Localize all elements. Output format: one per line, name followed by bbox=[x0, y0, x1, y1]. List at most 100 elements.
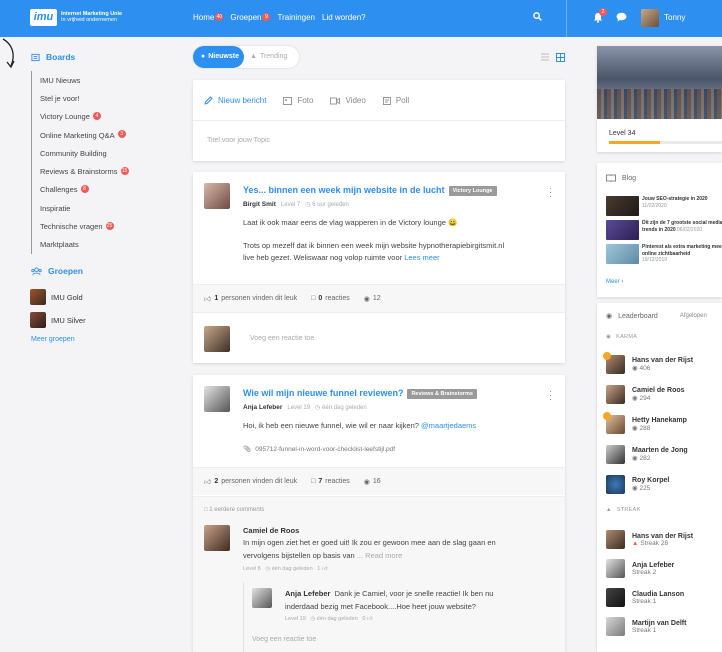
board-label: Online Marketing Q&A bbox=[40, 130, 115, 140]
board-label: Reviews & Brainstorms bbox=[40, 167, 118, 177]
commenter-avatar[interactable] bbox=[204, 525, 230, 551]
author-avatar[interactable] bbox=[204, 183, 230, 209]
leaderboard-row[interactable]: Camiel de Roos ◉ 294 bbox=[606, 385, 685, 404]
nav-trainingen[interactable]: Trainingen bbox=[277, 13, 315, 22]
commenter-name[interactable]: Anja Lefeber bbox=[285, 589, 330, 598]
leaderboard-row[interactable]: Hans van der Rijst ◉ 406 bbox=[603, 352, 693, 374]
board-item-inspiratie[interactable]: Inspiratie bbox=[31, 199, 129, 218]
composer-tab-photo[interactable]: Foto bbox=[283, 96, 313, 105]
post-board-tag[interactable]: Reviews & Brainstorms bbox=[407, 388, 477, 399]
read-more-link[interactable]: ... Read more bbox=[357, 551, 402, 560]
blog-item[interactable]: Jouw SEO-strategie in 2020 11/02/2020 bbox=[606, 196, 722, 216]
post-title[interactable]: Yes... binnen een week mijn website in d… bbox=[243, 185, 497, 196]
leader-score: ◉ 288 bbox=[632, 424, 687, 432]
grid-view-icon[interactable] bbox=[556, 53, 565, 62]
post-title[interactable]: Wie wil mijn nieuwe funnel reviewen? Revi… bbox=[243, 388, 477, 399]
post-options-icon[interactable]: · · · bbox=[549, 184, 552, 201]
leaderboard-row[interactable]: Maarten de Jong ◉ 282 bbox=[606, 445, 688, 464]
comment-stat[interactable]: □ 7 reacties bbox=[311, 478, 350, 485]
commenter-avatar[interactable] bbox=[252, 588, 272, 608]
streak-row[interactable]: Claudia Lanson Streak 1 bbox=[606, 588, 684, 607]
tab-trending[interactable]: ▲ Trending bbox=[250, 46, 287, 68]
comment-text: Dank je Camiel, voor je snelle reactie! … bbox=[334, 589, 494, 598]
like-stat[interactable]: 👍︎ 1 personen vinden dit leuk bbox=[204, 294, 297, 303]
leader-info: Hetty Hanekamp ◉ 288 bbox=[632, 417, 687, 432]
group-item-imu-gold[interactable]: IMU Gold bbox=[30, 289, 83, 305]
thumbs-up-icon[interactable]: 👍︎ bbox=[367, 616, 373, 622]
board-badge: 4 bbox=[92, 111, 101, 120]
board-item-stel-je-voor[interactable]: Stel je voor! bbox=[31, 89, 129, 108]
author-name[interactable]: Birgit Smit bbox=[243, 201, 276, 208]
leaderboard-row[interactable]: Roy Korpel ◉ 225 bbox=[606, 475, 669, 494]
leaderboard-row[interactable]: Hetty Hanekamp ◉ 288 bbox=[603, 412, 687, 434]
nav-home[interactable]: Home 40 bbox=[193, 13, 224, 22]
community-hero-image bbox=[597, 46, 722, 119]
post-time: één dag geleden bbox=[322, 405, 367, 411]
streak-row[interactable]: Martijn van Delft Streak 1 bbox=[606, 617, 686, 636]
thumbs-up-icon: 👍︎ bbox=[204, 296, 212, 303]
author-name[interactable]: Anja Lefeber bbox=[243, 404, 282, 411]
thumbs-up-icon[interactable]: 👍︎ bbox=[322, 566, 328, 572]
composer-tab-label: Nieuw bericht bbox=[218, 96, 267, 105]
earlier-comments-link[interactable]: □ 1 eerdere comments bbox=[204, 507, 264, 513]
board-item-reviews-brainstorms[interactable]: Reviews & Brainstorms 15 bbox=[31, 162, 129, 181]
commenter-name[interactable]: Camiel de Roos bbox=[243, 526, 496, 535]
board-item-victory-lounge[interactable]: Victory Lounge 4 bbox=[31, 107, 129, 126]
leaderboard-filter[interactable]: Afgelopen bbox=[680, 313, 707, 319]
group-label: IMU Silver bbox=[51, 315, 86, 325]
blog-item[interactable]: Pinterest als extra marketing meer onlin… bbox=[606, 244, 722, 264]
user-name[interactable]: Tonny bbox=[664, 13, 685, 22]
clock-icon: ◷ bbox=[315, 405, 321, 411]
composer-tab-new-post[interactable]: Nieuw bericht bbox=[204, 96, 266, 105]
reply-input[interactable]: Voeg een reactie toe bbox=[252, 636, 316, 643]
post-body-line: Laat ik ook maar eens de vlag wapperen i… bbox=[243, 218, 458, 227]
imu-logo[interactable]: imu bbox=[30, 9, 57, 26]
post-title-text: Yes... binnen een week mijn website in d… bbox=[243, 185, 445, 195]
blog-more-link[interactable]: Meer › bbox=[606, 279, 623, 285]
streak-row[interactable]: Anja Lefeber Streak 2 bbox=[606, 559, 674, 578]
tab-nieuwste[interactable]: ● Nieuwste bbox=[193, 46, 244, 68]
post-body: Laat ik ook maar eens de vlag wapperen i… bbox=[243, 217, 543, 265]
board-item-community-building[interactable]: Community Building bbox=[31, 144, 129, 163]
blog-item[interactable]: Dit zijn de 7 grootste social media tren… bbox=[606, 220, 722, 240]
streak-row[interactable]: Hans van der Rijst ▲ Streak 28 bbox=[606, 530, 693, 549]
topic-title-input[interactable]: Titel voor jouw Topic bbox=[207, 137, 270, 144]
composer-tab-poll[interactable]: Poll bbox=[382, 96, 409, 105]
board-item-marktplaats[interactable]: Marktplaats bbox=[31, 235, 129, 254]
user-avatar[interactable] bbox=[641, 9, 659, 27]
author-avatar[interactable] bbox=[204, 386, 230, 412]
board-item-imu-nieuws[interactable]: IMU Nieuws bbox=[31, 71, 129, 90]
blog-item-date: 06/02/2020 bbox=[677, 226, 703, 233]
leader-score: ◉ 406 bbox=[632, 364, 693, 372]
comment-like-count: 0 bbox=[362, 616, 366, 622]
comment-text-line: vervolgens bijstellen op basis van ... R… bbox=[243, 550, 496, 563]
blog-title: Blog bbox=[622, 174, 637, 182]
post-board-tag[interactable]: Victory Lounge bbox=[448, 185, 497, 196]
leader-name: Camiel de Roos bbox=[632, 387, 685, 394]
search-icon[interactable] bbox=[533, 12, 542, 23]
trophy-icon: ◉ bbox=[632, 425, 638, 432]
nav-groepen[interactable]: Groepen 9 bbox=[230, 13, 271, 22]
attachment[interactable]: 📎︎ 095712-funnel-in-word-voor-checklist-l… bbox=[243, 445, 395, 454]
board-item-technische-vragen[interactable]: Technische vragen 25 bbox=[31, 217, 129, 236]
flame-icon: ▲ bbox=[632, 539, 639, 547]
leader-avatar bbox=[603, 412, 625, 434]
list-view-icon[interactable] bbox=[541, 53, 549, 61]
read-more-link[interactable]: Lees meer bbox=[404, 253, 439, 262]
reply-input[interactable]: Voeg een reactie toe bbox=[250, 335, 314, 342]
comment-text: vervolgens bijstellen op basis van bbox=[243, 550, 355, 560]
group-item-imu-silver[interactable]: IMU Silver bbox=[30, 312, 86, 328]
more-groups-link[interactable]: Meer groepen bbox=[31, 336, 75, 343]
post-body: Hoi, ik heb een nieuwe funnel, wie wil e… bbox=[243, 420, 543, 433]
mention-link[interactable]: @maartjedaems bbox=[421, 421, 476, 430]
comment-line: Anja Lefeber Dank je Camiel, voor je sne… bbox=[285, 588, 493, 601]
chat-icon[interactable] bbox=[616, 12, 627, 24]
notifications-bell-icon[interactable]: 2 bbox=[593, 8, 607, 25]
post-options-icon[interactable]: · · · bbox=[549, 387, 552, 404]
board-item-online-marketing-qa[interactable]: Online Marketing Q&A 3 bbox=[31, 125, 129, 145]
composer-tab-video[interactable]: Video bbox=[330, 96, 366, 105]
nav-lid-worden[interactable]: Lid worden? bbox=[322, 13, 366, 22]
board-item-challenges[interactable]: Challenges 8 bbox=[31, 180, 129, 200]
comment-stat[interactable]: □ 0 reacties bbox=[311, 295, 350, 302]
like-stat[interactable]: 👍︎ 2 personen vinden dit leuk bbox=[204, 477, 297, 486]
